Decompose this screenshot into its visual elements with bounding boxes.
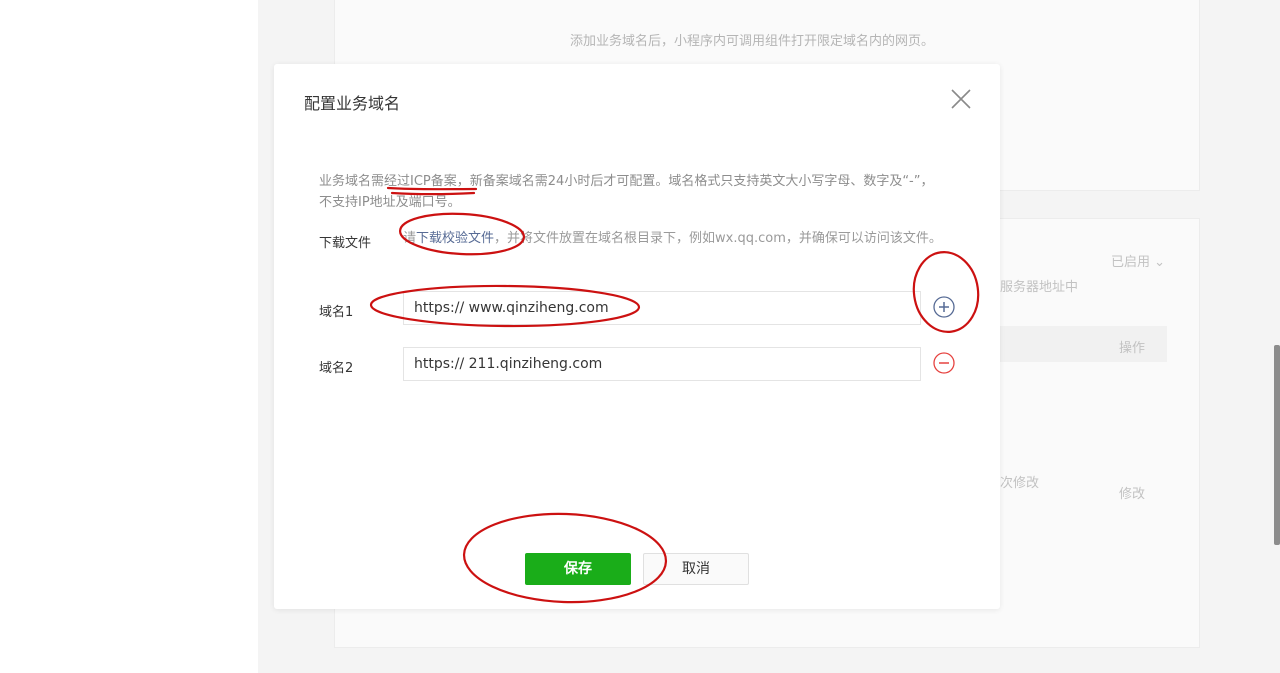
configure-domain-dialog: 配置业务域名 业务域名需经过ICP备案，新备案域名需24小时后才可配置。域名格式… [274,64,1000,609]
domain-notice: 业务域名需经过ICP备案，新备案域名需24小时后才可配置。域名格式只支持英文大小… [319,171,939,213]
download-instructions: 请下载校验文件，并将文件放置在域名根目录下，例如wx.qq.com，并确保可以访… [403,229,955,249]
save-button[interactable]: 保存 [525,553,631,585]
modify-link[interactable]: 修改 [1119,483,1145,502]
cancel-button[interactable]: 取消 [643,553,749,585]
download-verify-file-link[interactable]: 下载校验文件 [416,231,494,246]
domain-2-label: 域名2 [319,361,354,376]
server-note: 服务器地址中 [1000,280,1079,295]
background-description: 添加业务域名后，小程序内可调用组件打开限定域名内的网页。 [570,34,935,49]
domain-1-label: 域名1 [319,305,354,320]
domain-2-input[interactable]: https:// 211.qinziheng.com [403,347,921,381]
download-suffix: ，并将文件放置在域名根目录下，例如wx.qq.com，并确保可以访问该文件。 [494,231,942,246]
download-file-label: 下载文件 [319,236,372,251]
left-sidebar [0,0,258,673]
remove-domain-icon[interactable] [932,351,956,375]
dialog-title: 配置业务域名 [304,94,401,113]
scrollbar[interactable] [1274,345,1280,545]
modify-note: 次修改 [1000,476,1040,491]
column-header-action: 操作 [1119,341,1146,356]
domain-1-input[interactable]: https:// www.qinziheng.com [403,291,921,325]
notice-prefix: 业务域名 [319,174,372,189]
close-icon[interactable] [950,88,972,110]
add-domain-icon[interactable] [932,295,956,319]
status-dropdown[interactable]: 已启用 ⌄ [1111,251,1165,270]
notice-icp: 需经过ICP备案 [371,174,457,189]
download-prefix: 请 [403,231,417,246]
